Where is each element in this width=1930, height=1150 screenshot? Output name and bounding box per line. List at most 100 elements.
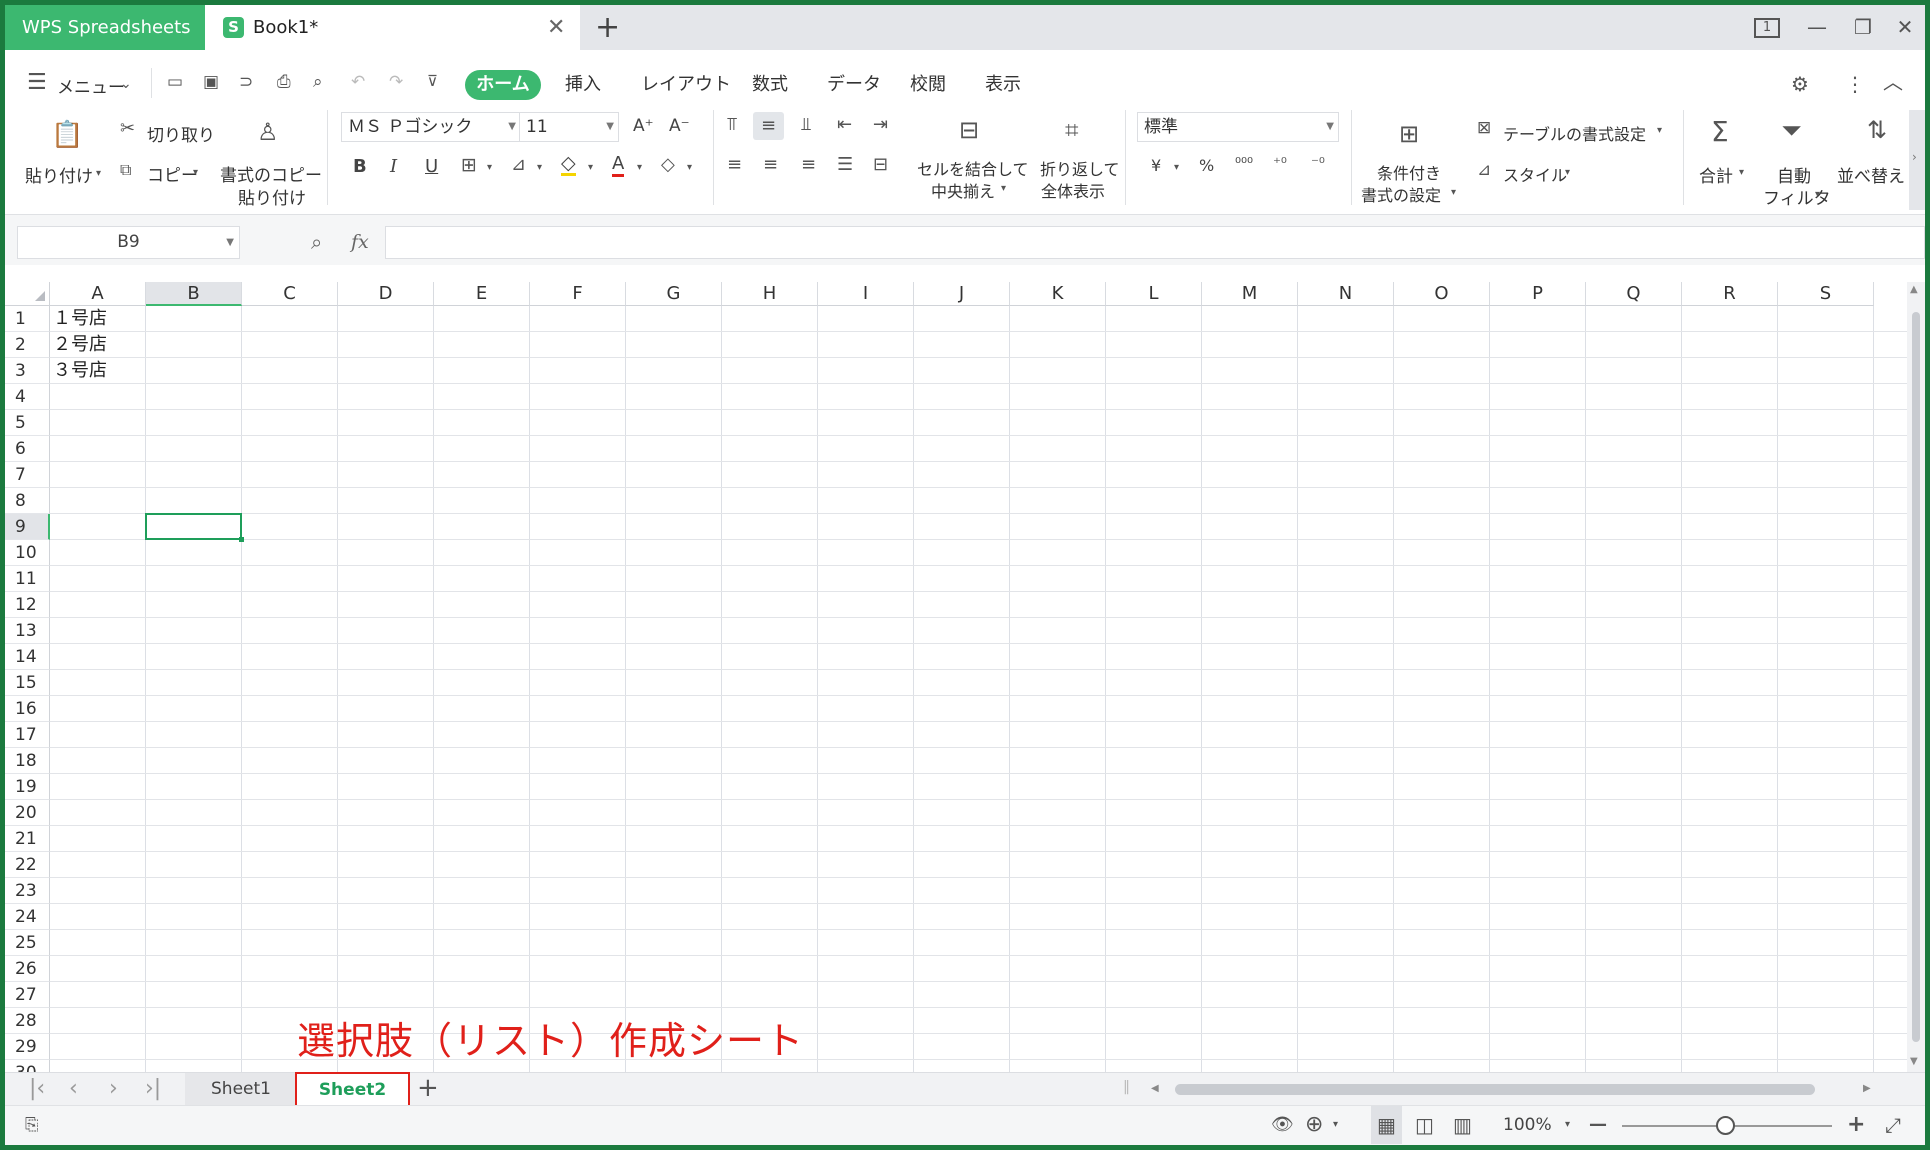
table-format-button[interactable]: テーブルの書式設定 — [1503, 121, 1646, 145]
name-box[interactable]: B9 ▼ — [17, 226, 240, 259]
sheet-tab-sheet1[interactable]: Sheet1 — [185, 1073, 297, 1106]
row-header-24[interactable]: 24 — [5, 904, 50, 930]
active-cell-selection[interactable] — [145, 513, 244, 542]
borders-icon[interactable]: ⊞ — [461, 156, 477, 175]
row-header-29[interactable]: 29 — [5, 1034, 50, 1060]
more-options-icon[interactable]: ⋮ — [1845, 74, 1865, 94]
window-close-button[interactable]: ✕ — [1885, 5, 1925, 50]
add-sheet-button[interactable]: + — [417, 1073, 439, 1104]
prev-sheet-icon[interactable]: ‹ — [69, 1073, 78, 1104]
row-header-3[interactable]: 3 — [5, 358, 50, 384]
row-header-30[interactable]: 30 — [5, 1060, 50, 1072]
row-header-14[interactable]: 14 — [5, 644, 50, 670]
thousands-separator-button[interactable]: ⁰⁰⁰ — [1235, 154, 1253, 172]
font-name-select[interactable]: ＭＳ Ｐゴシック ▼ — [341, 112, 521, 142]
row-header-2[interactable]: 2 — [5, 332, 50, 358]
column-header-a[interactable]: A — [50, 282, 146, 306]
paste-icon[interactable]: 📋 — [51, 122, 83, 148]
merge-chevron-down-icon[interactable]: ▾ — [1001, 184, 1006, 194]
paste-button[interactable]: 貼り付け — [25, 162, 93, 187]
align-top-icon[interactable]: ⫪ — [727, 116, 737, 134]
tab-data[interactable]: データ — [827, 70, 881, 100]
filter-funnel-icon[interactable]: ⏷ — [1781, 118, 1802, 144]
align-bottom-icon[interactable]: ⫫ — [801, 116, 811, 134]
column-header-b[interactable]: B — [146, 282, 242, 306]
scroll-left-icon[interactable]: ◀ — [1151, 1080, 1159, 1098]
fill-color-chevron-down-icon[interactable]: ▾ — [588, 163, 593, 173]
row-header-23[interactable]: 23 — [5, 878, 50, 904]
copy-icon[interactable]: ⧉ — [120, 162, 131, 178]
number-format-select[interactable]: 標準 ▼ — [1137, 112, 1339, 142]
format-painter-icon[interactable]: ♙ — [257, 120, 279, 144]
sum-chevron-down-icon[interactable]: ▾ — [1739, 168, 1744, 178]
table-format-chevron-down-icon[interactable]: ▾ — [1657, 126, 1662, 136]
column-header-e[interactable]: E — [434, 282, 530, 306]
column-header-h[interactable]: H — [722, 282, 818, 306]
column-header-g[interactable]: G — [626, 282, 722, 306]
app-home-tab[interactable]: WPS Spreadsheets — [5, 5, 205, 50]
table-format-icon[interactable]: ⊠ — [1477, 120, 1491, 137]
copy-button[interactable]: コピー — [147, 161, 198, 186]
redo-icon[interactable]: ↷ — [389, 74, 403, 91]
customize-toolbar-icon[interactable]: ⊽ — [427, 74, 438, 89]
cut-button[interactable]: 切り取り — [147, 121, 215, 146]
paste-chevron-down-icon[interactable]: ▾ — [96, 169, 101, 179]
print-preview-icon[interactable]: ⌕ — [313, 74, 323, 91]
row-header-10[interactable]: 10 — [5, 540, 50, 566]
zoom-slider-knob[interactable] — [1716, 1116, 1735, 1135]
shrink-font-button[interactable]: A⁻ — [669, 116, 690, 136]
row-header-22[interactable]: 22 — [5, 852, 50, 878]
row-header-19[interactable]: 19 — [5, 774, 50, 800]
horizontal-scroll-thumb[interactable] — [1175, 1084, 1815, 1095]
column-header-p[interactable]: P — [1490, 282, 1586, 306]
decrease-indent-icon[interactable]: ⇤ — [837, 116, 852, 134]
column-header-f[interactable]: F — [530, 282, 626, 306]
align-right-icon[interactable]: ≡ — [801, 156, 816, 174]
column-header-m[interactable]: M — [1202, 282, 1298, 306]
row-header-17[interactable]: 17 — [5, 722, 50, 748]
next-sheet-icon[interactable]: › — [109, 1073, 118, 1104]
justify-icon[interactable]: ☰ — [837, 156, 853, 174]
cell-a3[interactable]: ３号店 — [53, 358, 107, 384]
page-layout-view-icon[interactable]: ◫ — [1415, 1106, 1434, 1144]
column-header-k[interactable]: K — [1010, 282, 1106, 306]
column-header-d[interactable]: D — [338, 282, 434, 306]
tab-home[interactable]: ホーム — [465, 70, 541, 100]
increase-indent-icon[interactable]: ⇥ — [873, 116, 888, 134]
row-header-13[interactable]: 13 — [5, 618, 50, 644]
column-header-c[interactable]: C — [242, 282, 338, 306]
vertical-scrollbar[interactable]: ▲ ▼ — [1907, 282, 1925, 1072]
column-header-n[interactable]: N — [1298, 282, 1394, 306]
row-header-1[interactable]: 1 — [5, 306, 50, 332]
column-header-o[interactable]: O — [1394, 282, 1490, 306]
percent-button[interactable]: % — [1199, 156, 1214, 175]
align-left-icon[interactable]: ≡ — [727, 156, 742, 174]
wrap-text-icon[interactable]: ⌗ — [1065, 118, 1079, 142]
maximize-button[interactable]: ❐ — [1843, 5, 1883, 50]
wrap-text-label-2[interactable]: 全体表示 — [1041, 178, 1105, 202]
zoom-percent[interactable]: 100% — [1503, 1106, 1552, 1144]
zoom-out-button[interactable]: — — [1589, 1106, 1607, 1144]
last-sheet-icon[interactable]: ›| — [145, 1073, 161, 1104]
settings-gear-icon[interactable]: ⚙ — [1791, 74, 1809, 94]
font-size-select[interactable]: 11 ▼ — [519, 112, 619, 142]
bold-button[interactable]: B — [353, 156, 367, 177]
menu-chevron-down-icon[interactable]: ⌄ — [120, 77, 132, 91]
cell-styles-chevron-down-icon[interactable]: ▾ — [1565, 168, 1570, 178]
row-header-4[interactable]: 4 — [5, 384, 50, 410]
insert-function-button[interactable]: fx — [351, 226, 369, 259]
undo-icon[interactable]: ↶ — [351, 74, 365, 91]
row-header-11[interactable]: 11 — [5, 566, 50, 592]
row-header-8[interactable]: 8 — [5, 488, 50, 514]
open-folder-icon[interactable]: ▭ — [167, 74, 183, 91]
tab-layout[interactable]: レイアウト — [641, 70, 731, 100]
currency-button[interactable]: ¥ — [1151, 156, 1161, 175]
conditional-format-label-1[interactable]: 条件付き — [1377, 160, 1441, 184]
freeze-panes-icon[interactable]: ⊕ — [1305, 1106, 1323, 1144]
row-header-20[interactable]: 20 — [5, 800, 50, 826]
sort-icon[interactable]: ⇅ — [1867, 118, 1887, 142]
tab-view[interactable]: 表示 — [985, 70, 1021, 100]
conditional-chevron-down-icon[interactable]: ▾ — [1451, 188, 1456, 198]
cell-a2[interactable]: ２号店 — [53, 332, 107, 358]
align-center-icon[interactable]: ≡ — [763, 156, 778, 174]
